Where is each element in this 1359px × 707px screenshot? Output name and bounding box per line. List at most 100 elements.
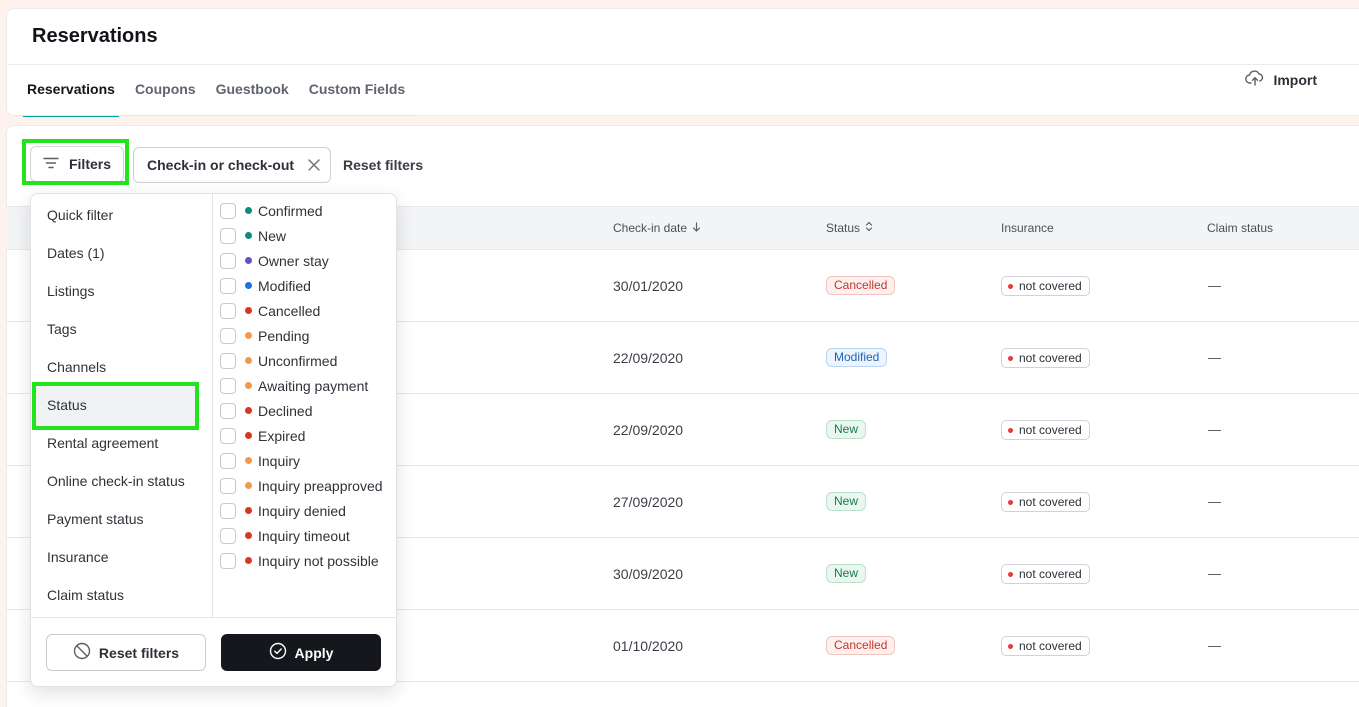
insurance-label: not covered <box>1019 495 1082 509</box>
status-color-dot-icon <box>245 307 252 314</box>
filters-button[interactable]: Filters <box>30 146 124 182</box>
status-option-label: Inquiry preapproved <box>258 477 383 494</box>
status-checkbox[interactable] <box>220 552 236 569</box>
status-checkbox[interactable] <box>220 452 236 469</box>
filter-category-quick-filter[interactable]: Quick filter <box>47 207 113 223</box>
status-color-dot-icon <box>245 532 252 539</box>
active-filter-chip[interactable]: Check-in or check-out <box>133 147 331 183</box>
status-option[interactable]: Inquiry not possible <box>220 548 379 573</box>
claim-status-empty <box>1208 358 1221 359</box>
status-checkbox[interactable] <box>220 327 236 344</box>
apply-button[interactable]: Apply <box>221 634 381 671</box>
checkin-date: 22/09/2020 <box>613 350 684 366</box>
column-header-claim-status: Claim status <box>1207 221 1273 235</box>
filter-category-online-checkin[interactable]: Online check-in status <box>47 473 185 489</box>
column-header-insurance-label: Insurance <box>1001 221 1054 235</box>
status-option[interactable]: Declined <box>220 398 312 423</box>
column-header-status-label: Status <box>826 221 861 235</box>
status-option[interactable]: Confirmed <box>220 198 323 223</box>
claim-status-empty <box>1208 430 1221 431</box>
status-option[interactable]: Cancelled <box>220 298 320 323</box>
status-badge: New <box>826 492 867 511</box>
sort-toggle-icon <box>865 221 873 235</box>
status-option-label: Expired <box>258 427 306 444</box>
cloud-upload-icon <box>1245 70 1265 89</box>
status-checkbox[interactable] <box>220 502 236 519</box>
page-title: Reservations <box>32 25 158 47</box>
claim-status-empty <box>1208 286 1221 287</box>
status-option-label: Inquiry <box>258 452 301 469</box>
filter-category-claim-status[interactable]: Claim status <box>47 587 124 603</box>
status-option[interactable]: Inquiry preapproved <box>220 473 383 498</box>
status-color-dot-icon <box>245 332 252 339</box>
status-option-label: Inquiry timeout <box>258 527 350 544</box>
status-option[interactable]: Expired <box>220 423 305 448</box>
status-option-label: New <box>258 227 287 244</box>
filter-lines-icon <box>43 156 59 172</box>
status-option-label: Inquiry not possible <box>258 552 379 569</box>
filter-category-payment-status[interactable]: Payment status <box>47 511 144 527</box>
red-dot-icon <box>1008 283 1013 289</box>
dropdown-footer-divider <box>31 617 396 618</box>
filter-category-tags[interactable]: Tags <box>47 321 77 337</box>
filter-category-status[interactable]: Status <box>47 397 87 413</box>
dropdown-reset-label: Reset filters <box>98 644 180 661</box>
status-checkbox[interactable] <box>220 477 236 494</box>
filter-category-insurance[interactable]: Insurance <box>47 549 108 565</box>
checkin-date: 01/10/2020 <box>613 638 684 654</box>
column-header-checkin[interactable]: Check-in date <box>613 221 701 235</box>
status-checkbox[interactable] <box>220 352 236 369</box>
status-checkbox[interactable] <box>220 252 236 269</box>
status-checkbox[interactable] <box>220 527 236 544</box>
status-checkbox[interactable] <box>220 302 236 319</box>
status-option[interactable]: Pending <box>220 323 309 348</box>
status-checkbox[interactable] <box>220 277 236 294</box>
filter-category-channels[interactable]: Channels <box>47 359 106 375</box>
status-checkbox[interactable] <box>220 427 236 444</box>
red-dot-icon <box>1008 355 1013 361</box>
insurance-label: not covered <box>1019 639 1082 653</box>
red-dot-icon <box>1008 571 1013 577</box>
red-dot-icon <box>1008 499 1013 505</box>
remove-filter-close-icon[interactable] <box>308 159 320 171</box>
status-option[interactable]: Inquiry timeout <box>220 523 350 548</box>
status-option-label: Awaiting payment <box>258 377 369 394</box>
red-dot-icon <box>1008 427 1013 433</box>
filter-category-listings[interactable]: Listings <box>47 283 94 299</box>
reset-filters-link[interactable]: Reset filters <box>343 157 423 173</box>
status-option[interactable]: Inquiry <box>220 448 300 473</box>
import-button[interactable]: Import <box>1245 70 1317 89</box>
status-checkbox[interactable] <box>220 402 236 419</box>
status-checkbox[interactable] <box>220 227 236 244</box>
status-option[interactable]: Inquiry denied <box>220 498 346 523</box>
status-option[interactable]: Owner stay <box>220 248 329 273</box>
sort-arrow-down-icon <box>692 221 701 235</box>
status-option-label: Modified <box>258 277 311 294</box>
status-color-dot-icon <box>245 257 252 264</box>
status-option[interactable]: Awaiting payment <box>220 373 368 398</box>
header-card: Reservations Reservations Coupons Guestb… <box>6 8 1359 117</box>
tab-coupons[interactable]: Coupons <box>127 65 204 117</box>
status-checkbox[interactable] <box>220 202 236 219</box>
tabs-underline <box>19 115 414 116</box>
status-color-dot-icon <box>245 457 252 464</box>
tab-custom-fields[interactable]: Custom Fields <box>301 65 413 117</box>
status-checkbox[interactable] <box>220 377 236 394</box>
status-color-dot-icon <box>245 207 252 214</box>
dropdown-reset-filters-button[interactable]: Reset filters <box>46 634 206 671</box>
insurance-label: not covered <box>1019 567 1082 581</box>
tab-guestbook[interactable]: Guestbook <box>208 65 297 117</box>
status-option[interactable]: Unconfirmed <box>220 348 337 373</box>
status-option[interactable]: New <box>220 223 286 248</box>
filter-category-rental-agreement[interactable]: Rental agreement <box>47 435 158 451</box>
status-option[interactable]: Modified <box>220 273 311 298</box>
insurance-badge: not covered <box>1001 420 1090 440</box>
status-option-label: Pending <box>258 327 310 344</box>
filter-category-dates[interactable]: Dates (1) <box>47 245 105 261</box>
insurance-badge: not covered <box>1001 636 1090 656</box>
column-header-insurance: Insurance <box>1001 221 1054 235</box>
insurance-badge: not covered <box>1001 276 1090 296</box>
insurance-label: not covered <box>1019 351 1082 365</box>
tab-reservations[interactable]: Reservations <box>19 65 123 117</box>
column-header-status[interactable]: Status <box>826 221 873 235</box>
